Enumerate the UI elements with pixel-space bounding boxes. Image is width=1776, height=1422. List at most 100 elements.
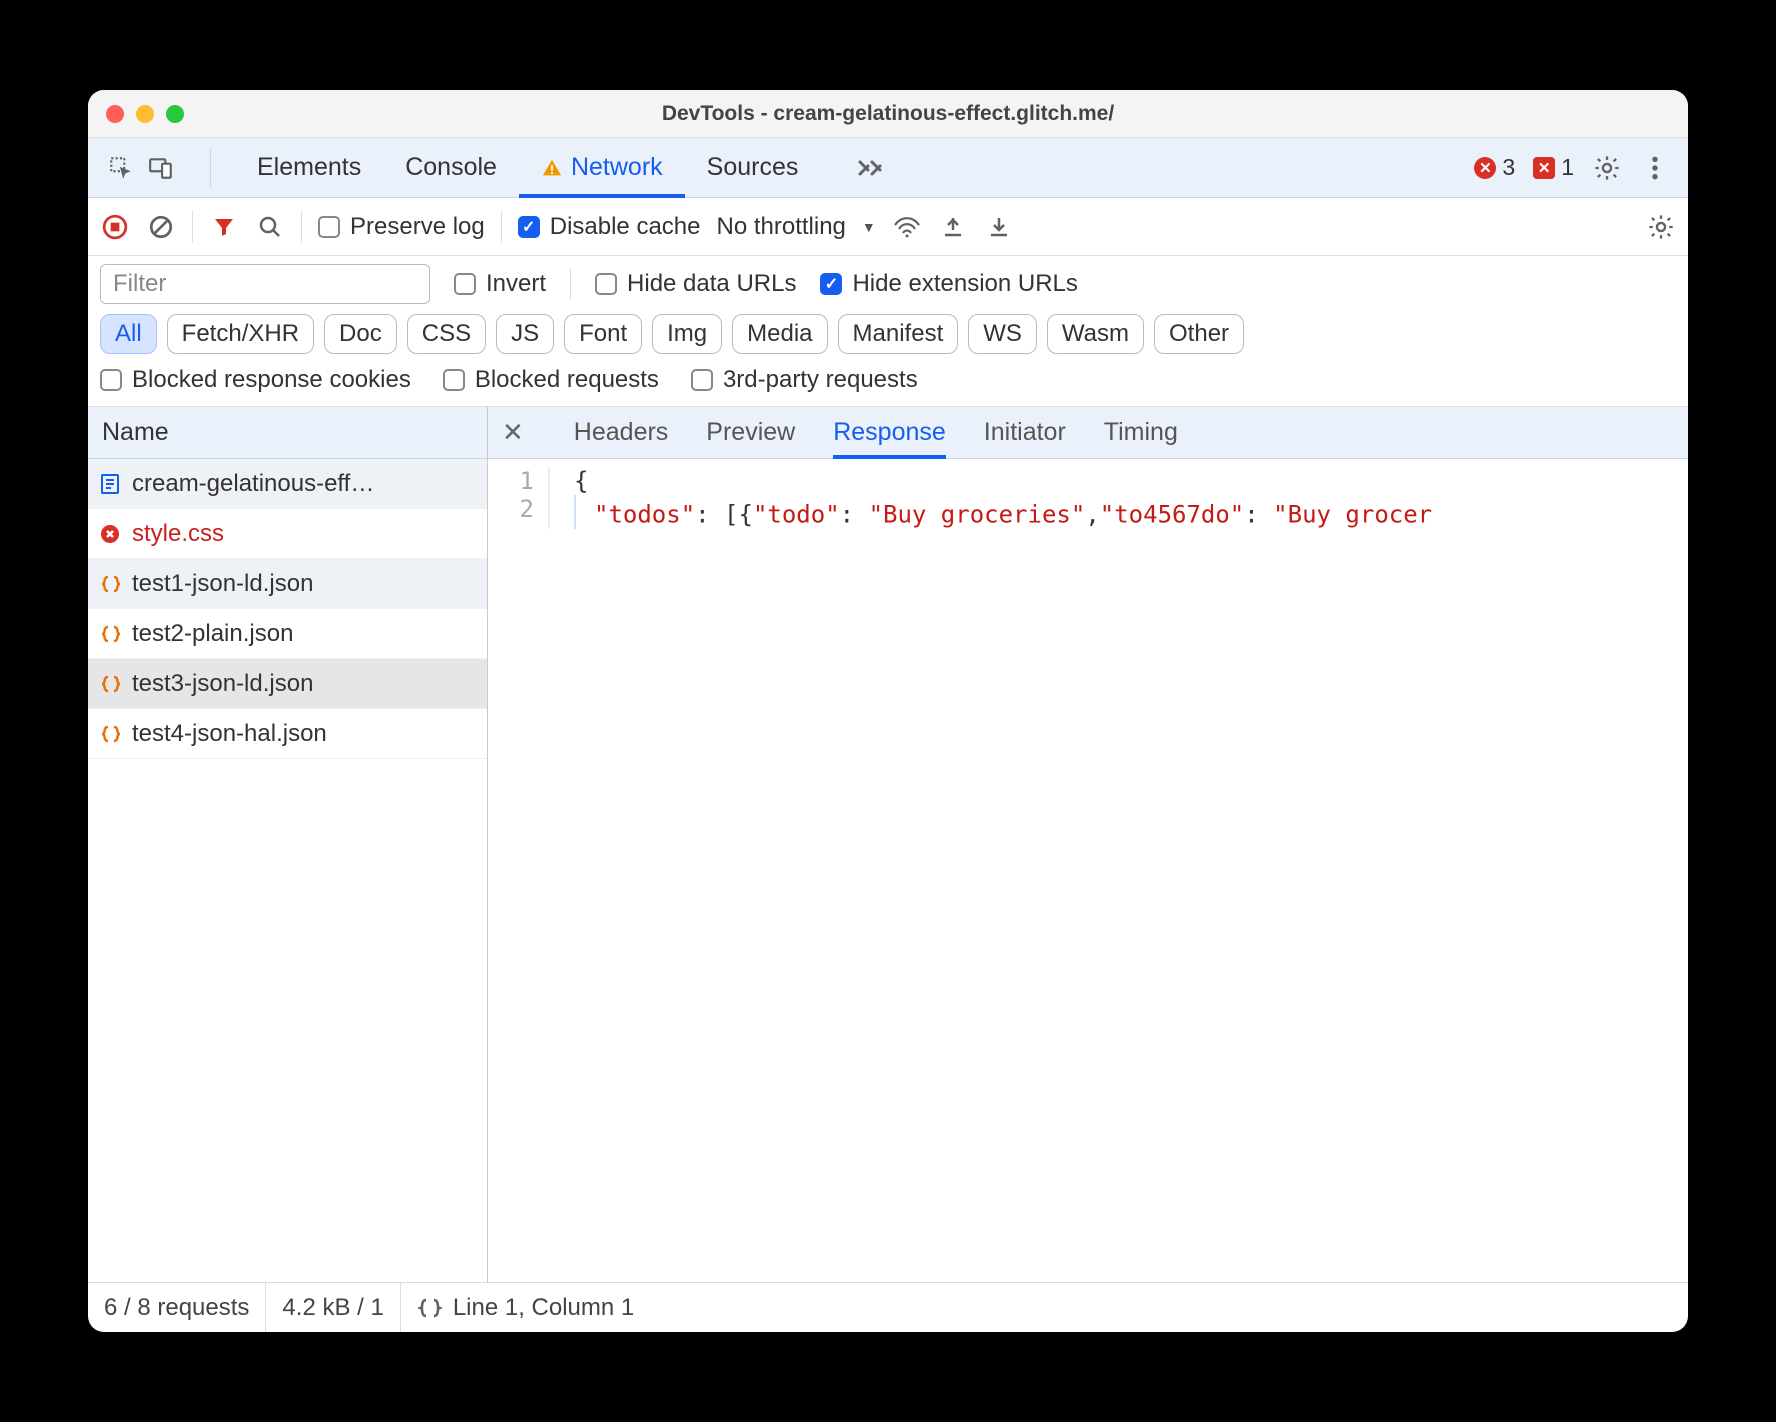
- third-party-toggle[interactable]: 3rd-party requests: [691, 366, 918, 394]
- errors-badge[interactable]: ✕ 3: [1474, 154, 1515, 181]
- import-har-icon[interactable]: [938, 212, 968, 242]
- checkbox-icon: [595, 273, 617, 295]
- code-line: 1{: [488, 467, 1688, 495]
- disable-cache-toggle[interactable]: Disable cache: [518, 213, 701, 241]
- json-icon: [100, 724, 122, 744]
- tab-elements[interactable]: Elements: [235, 138, 383, 198]
- blocked-requests-label: Blocked requests: [475, 366, 659, 394]
- hide-ext-urls-label: Hide extension URLs: [852, 270, 1077, 298]
- record-button[interactable]: [100, 212, 130, 242]
- maximize-window-button[interactable]: [166, 105, 184, 123]
- error-icon: [100, 524, 122, 544]
- filter-placeholder: Filter: [113, 270, 166, 298]
- hide-data-urls-toggle[interactable]: Hide data URLs: [595, 270, 796, 298]
- pretty-print-icon[interactable]: [417, 1297, 443, 1319]
- type-filter-wasm[interactable]: Wasm: [1047, 314, 1144, 354]
- json-icon: [100, 574, 122, 594]
- checkbox-icon: [443, 369, 465, 391]
- preserve-log-toggle[interactable]: Preserve log: [318, 213, 485, 241]
- minimize-window-button[interactable]: [136, 105, 154, 123]
- window-title: DevTools - cream-gelatinous-effect.glitc…: [88, 102, 1688, 126]
- device-toggle-icon[interactable]: [146, 153, 176, 183]
- network-toolbar: Preserve log Disable cache No throttling…: [88, 198, 1688, 256]
- main-split: Name cream-gelatinous-eff… style.css test1…: [88, 407, 1688, 1282]
- settings-gear-icon[interactable]: [1592, 153, 1622, 183]
- type-filter-img[interactable]: Img: [652, 314, 722, 354]
- request-name: cream-gelatinous-eff…: [132, 470, 374, 498]
- name-column-header[interactable]: Name: [88, 407, 487, 459]
- request-row[interactable]: cream-gelatinous-eff…: [88, 459, 487, 509]
- type-filter-font[interactable]: Font: [564, 314, 642, 354]
- blocked-cookies-toggle[interactable]: Blocked response cookies: [100, 366, 411, 394]
- third-party-label: 3rd-party requests: [723, 366, 918, 394]
- code-content: "todos": [{"todo": "Buy groceries","to45…: [574, 495, 1432, 529]
- more-tabs-button[interactable]: [834, 138, 906, 198]
- request-list: cream-gelatinous-eff… style.css test1-json…: [88, 459, 487, 1282]
- error-circle-icon: ✕: [1474, 157, 1496, 179]
- code-line: 2 "todos": [{"todo": "Buy groceries","to4…: [488, 495, 1688, 529]
- detail-tab-response[interactable]: Response: [833, 407, 946, 459]
- issues-count: 1: [1561, 154, 1574, 181]
- request-name: test3-json-ld.json: [132, 670, 313, 698]
- invert-toggle[interactable]: Invert: [454, 270, 546, 298]
- kebab-menu-icon[interactable]: [1640, 153, 1670, 183]
- request-name: test1-json-ld.json: [132, 570, 313, 598]
- traffic-lights: [106, 105, 184, 123]
- line-number: 2: [488, 495, 548, 529]
- tab-sources[interactable]: Sources: [685, 138, 821, 198]
- status-transfer: 4.2 kB / 1: [266, 1283, 400, 1332]
- filter-input[interactable]: Filter: [100, 264, 430, 304]
- type-filter-all[interactable]: All: [100, 314, 157, 354]
- filter-icon[interactable]: [209, 212, 239, 242]
- issues-badge[interactable]: ✕ 1: [1533, 154, 1574, 181]
- type-filter-fetch-xhr[interactable]: Fetch/XHR: [167, 314, 314, 354]
- tab-network[interactable]: Network: [519, 138, 685, 198]
- throttling-select[interactable]: No throttling ▼: [716, 213, 875, 241]
- tab-console[interactable]: Console: [383, 138, 519, 198]
- type-filter-media[interactable]: Media: [732, 314, 827, 354]
- network-settings-icon[interactable]: [1646, 212, 1676, 242]
- clear-button[interactable]: [146, 212, 176, 242]
- request-row[interactable]: style.css: [88, 509, 487, 559]
- close-window-button[interactable]: [106, 105, 124, 123]
- json-icon: [100, 624, 122, 644]
- type-filter-css[interactable]: CSS: [407, 314, 486, 354]
- type-filter-doc[interactable]: Doc: [324, 314, 397, 354]
- detail-tab-initiator[interactable]: Initiator: [984, 407, 1066, 459]
- hide-extension-urls-toggle[interactable]: Hide extension URLs: [820, 270, 1077, 298]
- chevron-down-icon: ▼: [862, 219, 876, 235]
- detail-tab-preview[interactable]: Preview: [706, 407, 795, 459]
- type-filter-ws[interactable]: WS: [968, 314, 1037, 354]
- request-name: style.css: [132, 520, 224, 548]
- checkbox-checked-icon: [518, 216, 540, 238]
- type-filter-manifest[interactable]: Manifest: [838, 314, 959, 354]
- document-icon: [100, 473, 122, 495]
- request-name: test2-plain.json: [132, 620, 293, 648]
- detail-tab-headers[interactable]: Headers: [574, 407, 669, 459]
- type-filter-js[interactable]: JS: [496, 314, 554, 354]
- inspect-element-icon[interactable]: [106, 153, 136, 183]
- blocked-requests-toggle[interactable]: Blocked requests: [443, 366, 659, 394]
- checkbox-icon: [318, 216, 340, 238]
- throttling-label: No throttling: [716, 213, 845, 241]
- filter-bar: Filter Invert Hide data URLs Hide extens…: [88, 256, 1688, 407]
- search-icon[interactable]: [255, 212, 285, 242]
- devtools-window: DevTools - cream-gelatinous-effect.glitc…: [88, 90, 1688, 1332]
- export-har-icon[interactable]: [984, 212, 1014, 242]
- preserve-log-label: Preserve log: [350, 213, 485, 241]
- request-list-pane: Name cream-gelatinous-eff… style.css test1…: [88, 407, 488, 1282]
- code-content: {: [574, 467, 588, 495]
- status-requests: 6 / 8 requests: [88, 1283, 266, 1332]
- detail-tab-timing[interactable]: Timing: [1104, 407, 1178, 459]
- close-detail-button[interactable]: ✕: [502, 417, 536, 448]
- request-row[interactable]: test3-json-ld.json: [88, 659, 487, 709]
- request-row[interactable]: test1-json-ld.json: [88, 559, 487, 609]
- request-row[interactable]: test2-plain.json: [88, 609, 487, 659]
- request-row[interactable]: test4-json-hal.json: [88, 709, 487, 759]
- hide-data-urls-label: Hide data URLs: [627, 270, 796, 298]
- type-filter-other[interactable]: Other: [1154, 314, 1244, 354]
- response-body[interactable]: 1{2 "todos": [{"todo": "Buy groceries","t…: [488, 459, 1688, 1282]
- blocked-cookies-label: Blocked response cookies: [132, 366, 411, 394]
- network-conditions-icon[interactable]: [892, 212, 922, 242]
- issue-square-icon: ✕: [1533, 157, 1555, 179]
